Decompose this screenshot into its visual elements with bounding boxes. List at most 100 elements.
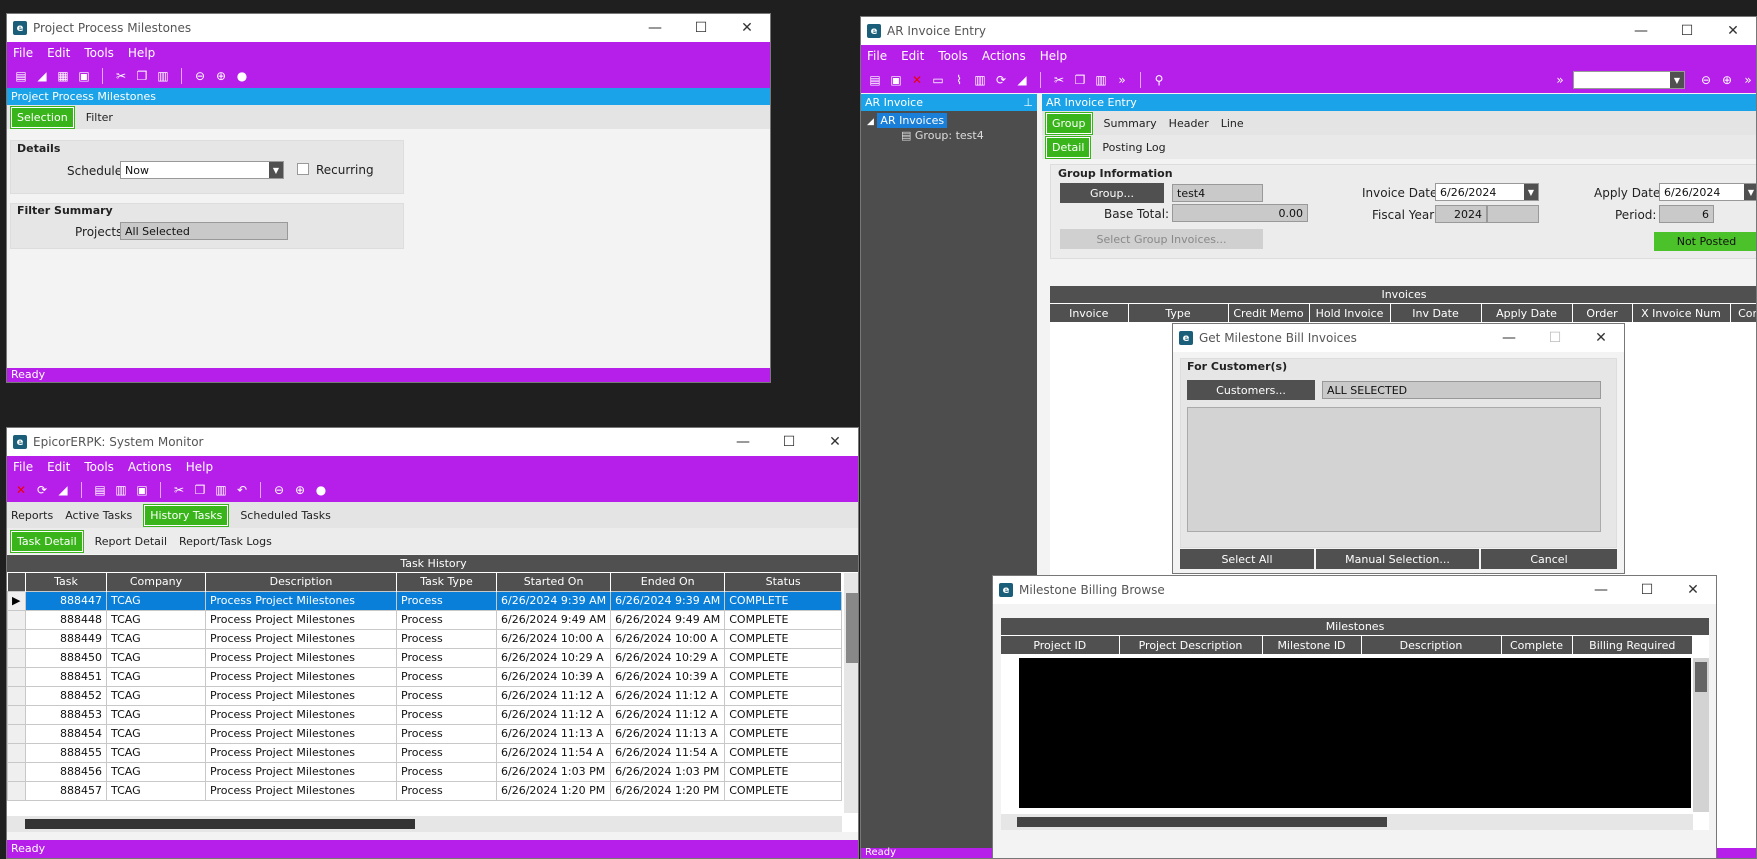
- company-cell[interactable]: TCAG: [106, 723, 206, 744]
- back-icon[interactable]: ⊖: [192, 68, 208, 84]
- row-header[interactable]: [7, 723, 26, 744]
- started-on-cell[interactable]: 6/26/2024 11:12 A: [495, 685, 612, 706]
- col-x-invoice-num[interactable]: X Invoice Num: [1632, 304, 1731, 322]
- col-apply-date[interactable]: Apply Date: [1481, 304, 1573, 322]
- col-project-id[interactable]: Project ID: [1001, 636, 1120, 654]
- undo-icon[interactable]: ↶: [234, 482, 250, 498]
- cut-icon[interactable]: ✂: [1051, 72, 1067, 88]
- tree-root[interactable]: ◢ AR Invoices: [867, 113, 1037, 128]
- company-cell[interactable]: TCAG: [106, 704, 206, 725]
- ended-on-cell[interactable]: 6/26/2024 11:13 A: [610, 723, 726, 744]
- select-all-button[interactable]: Select All: [1180, 549, 1314, 569]
- started-on-cell[interactable]: 6/26/2024 9:49 AM: [495, 609, 612, 630]
- fiscal-year-suffix[interactable]: [1487, 205, 1539, 223]
- scrollbar-thumb[interactable]: [846, 593, 858, 663]
- table-row[interactable]: 888453 TCAG Process Project Milestones Proc…: [7, 704, 842, 725]
- table-row[interactable]: 888451 TCAG Process Project Milestones Proc…: [7, 666, 842, 687]
- ended-on-cell[interactable]: 6/26/2024 1:20 PM: [610, 780, 726, 801]
- close-icon[interactable]: ✕: [1710, 23, 1756, 39]
- ended-on-cell[interactable]: 6/26/2024 10:39 A: [610, 666, 726, 687]
- started-on-cell[interactable]: 6/26/2024 10:00 A: [495, 628, 612, 649]
- schedule-dropdown[interactable]: Now ▼: [120, 161, 284, 179]
- menu-edit[interactable]: Edit: [47, 46, 70, 60]
- ended-on-cell[interactable]: 6/26/2024 11:12 A: [610, 704, 726, 725]
- menu-file[interactable]: File: [13, 46, 33, 60]
- tab-reports[interactable]: Reports: [11, 509, 53, 522]
- status-cell[interactable]: COMPLETE: [724, 704, 842, 725]
- paste-icon[interactable]: ▥: [213, 482, 229, 498]
- company-cell[interactable]: TCAG: [106, 647, 206, 668]
- table-row[interactable]: 888448 TCAG Process Project Milestones Proc…: [7, 609, 842, 630]
- base-total-field[interactable]: 0.00: [1172, 204, 1308, 222]
- description-cell[interactable]: Process Project Milestones: [205, 780, 397, 801]
- description-cell[interactable]: Process Project Milestones: [205, 685, 397, 706]
- tab-active-tasks[interactable]: Active Tasks: [65, 509, 132, 522]
- task-cell[interactable]: 888456: [25, 761, 107, 782]
- description-cell[interactable]: Process Project Milestones: [205, 628, 397, 649]
- back-icon[interactable]: ⊖: [271, 482, 287, 498]
- company-cell[interactable]: TCAG: [106, 590, 206, 611]
- task-type-cell[interactable]: Process: [396, 723, 497, 744]
- gmbi-titlebar[interactable]: e Get Milestone Bill Invoices — ☐ ✕: [1173, 324, 1624, 352]
- row-header[interactable]: [7, 761, 26, 782]
- menu-actions[interactable]: Actions: [128, 460, 172, 474]
- col-order[interactable]: Order: [1572, 304, 1633, 322]
- print-icon[interactable]: ▤: [92, 482, 108, 498]
- eraser-icon[interactable]: ◢: [1014, 72, 1030, 88]
- started-on-cell[interactable]: 6/26/2024 1:03 PM: [495, 761, 612, 782]
- task-cell[interactable]: 888447: [25, 590, 107, 611]
- row-header[interactable]: [7, 742, 26, 763]
- row-header[interactable]: [7, 647, 26, 668]
- col-inv-date[interactable]: Inv Date: [1390, 304, 1482, 322]
- description-cell[interactable]: Process Project Milestones: [205, 761, 397, 782]
- chevron-down-icon[interactable]: ▼: [1524, 184, 1538, 200]
- period-field[interactable]: 6: [1659, 205, 1714, 223]
- started-on-cell[interactable]: 6/26/2024 11:54 A: [495, 742, 612, 763]
- eraser-icon[interactable]: ◢: [55, 482, 71, 498]
- tab-filter[interactable]: Filter: [86, 111, 113, 124]
- tab-header[interactable]: Header: [1169, 117, 1209, 130]
- close-icon[interactable]: ✕: [724, 20, 770, 36]
- menu-edit[interactable]: Edit: [901, 49, 924, 63]
- undo-icon[interactable]: ▭: [930, 72, 946, 88]
- status-cell[interactable]: COMPLETE: [724, 666, 842, 687]
- company-cell[interactable]: TCAG: [106, 666, 206, 687]
- ended-on-cell[interactable]: 6/26/2024 9:39 AM: [610, 590, 726, 611]
- maximize-icon[interactable]: ☐: [1664, 23, 1710, 39]
- menu-file[interactable]: File: [867, 49, 887, 63]
- company-cell[interactable]: TCAG: [106, 780, 206, 801]
- forward-icon[interactable]: ⊕: [213, 68, 229, 84]
- col-task-type[interactable]: Task Type: [396, 573, 497, 591]
- col-ended-on[interactable]: Ended On: [610, 573, 726, 591]
- group-button[interactable]: Group...: [1060, 183, 1164, 203]
- col-invoice[interactable]: Invoice: [1050, 304, 1129, 322]
- row-pointer-icon[interactable]: ▶: [7, 590, 26, 611]
- projects-field[interactable]: All Selected: [120, 222, 288, 240]
- task-type-cell[interactable]: Process: [396, 742, 497, 763]
- ended-on-cell[interactable]: 6/26/2024 10:29 A: [610, 647, 726, 668]
- col-billing-required[interactable]: Billing Required: [1572, 636, 1693, 654]
- pin-icon[interactable]: ⊥: [1023, 96, 1033, 109]
- maximize-icon[interactable]: ☐: [1532, 330, 1578, 346]
- tab-line[interactable]: Line: [1221, 117, 1244, 130]
- task-type-cell[interactable]: Process: [396, 780, 497, 801]
- task-cell[interactable]: 888448: [25, 609, 107, 630]
- task-cell[interactable]: 888452: [25, 685, 107, 706]
- chevron-down-icon[interactable]: ▼: [269, 162, 283, 178]
- task-type-cell[interactable]: Process: [396, 666, 497, 687]
- scrollbar-thumb[interactable]: [1695, 662, 1707, 692]
- task-cell[interactable]: 888453: [25, 704, 107, 725]
- company-cell[interactable]: TCAG: [106, 628, 206, 649]
- cut-icon[interactable]: ✂: [171, 482, 187, 498]
- scrollbar-thumb[interactable]: [1017, 817, 1387, 827]
- copy-icon[interactable]: ❐: [1072, 72, 1088, 88]
- select-group-invoices-button[interactable]: Select Group Invoices...: [1060, 229, 1263, 249]
- save-icon[interactable]: ▣: [888, 72, 904, 88]
- fiscal-year-field[interactable]: 2024: [1435, 205, 1487, 223]
- copy-icon[interactable]: ❐: [134, 68, 150, 84]
- more-icon[interactable]: »: [1740, 72, 1756, 88]
- print-icon[interactable]: ▥: [972, 72, 988, 88]
- status-cell[interactable]: COMPLETE: [724, 723, 842, 744]
- manual-selection-button[interactable]: Manual Selection...: [1316, 549, 1479, 569]
- scrollbar-thumb[interactable]: [25, 819, 415, 829]
